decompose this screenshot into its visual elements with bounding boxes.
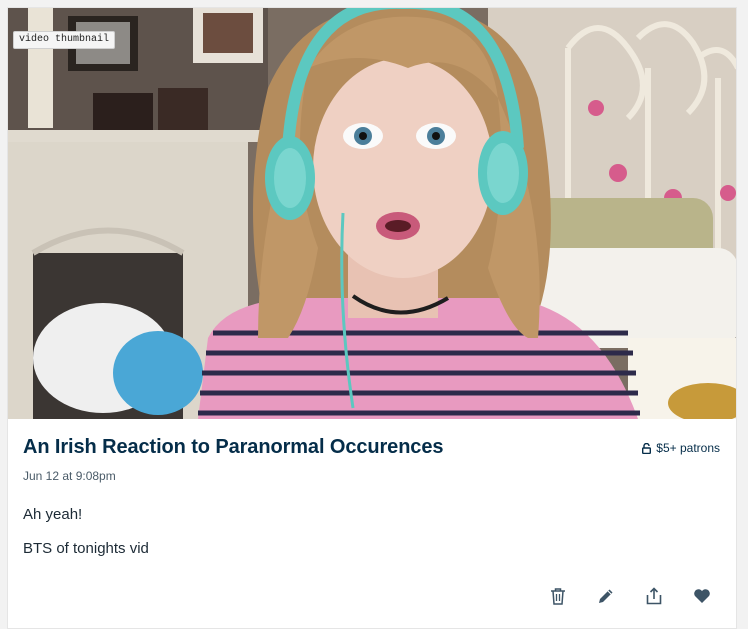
post-actions: [546, 584, 714, 608]
pencil-icon: [599, 589, 613, 603]
video-thumbnail[interactable]: video thumbnail: [8, 8, 736, 419]
heart-icon: [694, 589, 710, 603]
post-card: video thumbnail An Irish Reaction to Par…: [7, 7, 737, 629]
lock-open-icon: [642, 442, 652, 454]
share-icon: [646, 587, 662, 605]
trash-icon: [551, 588, 565, 605]
share-button[interactable]: [642, 584, 666, 608]
post-title[interactable]: An Irish Reaction to Paranormal Occurenc…: [23, 436, 443, 459]
access-tier-label: $5+ patrons: [656, 441, 720, 455]
post-body-line: Ah yeah!: [23, 506, 83, 523]
post-date[interactable]: Jun 12 at 9:08pm: [23, 469, 116, 483]
access-tier: $5+ patrons: [642, 441, 720, 455]
like-button[interactable]: [690, 584, 714, 608]
delete-button[interactable]: [546, 584, 570, 608]
thumbnail-image: [8, 8, 736, 419]
video-thumbnail-label: video thumbnail: [13, 31, 116, 49]
edit-button[interactable]: [594, 584, 618, 608]
post-body-line: BTS of tonights vid: [23, 540, 149, 557]
